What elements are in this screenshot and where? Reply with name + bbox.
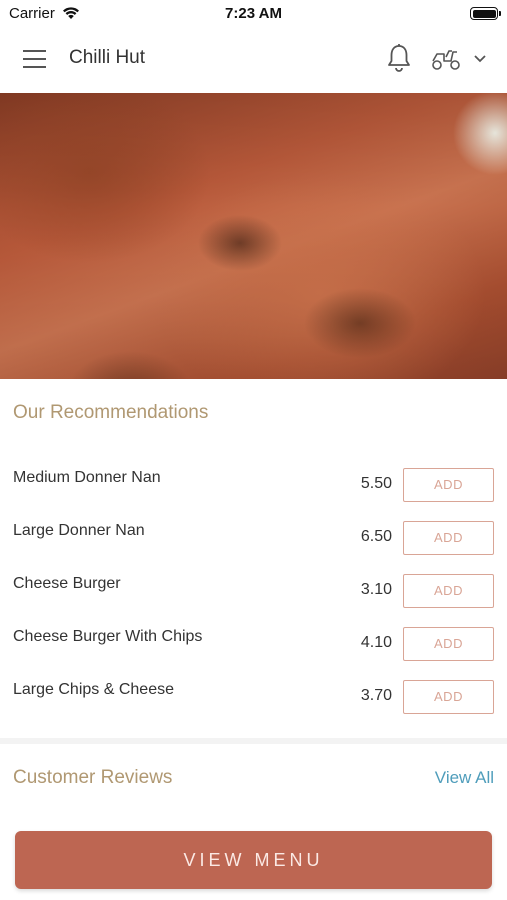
- item-name: Cheese Burger: [13, 575, 121, 592]
- item-price: 5.50: [360, 475, 392, 492]
- item-price: 3.10: [360, 581, 392, 598]
- item-name: Large Donner Nan: [13, 522, 145, 539]
- hero-overlay: [0, 93, 507, 379]
- item-name: Cheese Burger With Chips: [13, 628, 203, 645]
- view-menu-button[interactable]: VIEW MENU: [15, 831, 492, 889]
- recommendations-title: Our Recommendations: [13, 402, 209, 423]
- item-name: Large Chips & Cheese: [13, 681, 174, 698]
- app-header: Chilli Hut: [0, 26, 507, 93]
- item-price: 6.50: [360, 528, 392, 545]
- add-button[interactable]: ADD: [403, 521, 494, 555]
- recommendation-item: Large Chips & Cheese 3.70 ADD: [0, 663, 507, 716]
- view-all-link[interactable]: View All: [435, 768, 494, 788]
- add-button[interactable]: ADD: [403, 627, 494, 661]
- status-bar: Carrier 7:23 AM: [0, 0, 507, 26]
- recommendation-item: Medium Donner Nan 5.50 ADD: [0, 451, 507, 504]
- bell-icon[interactable]: [386, 43, 412, 73]
- recommendations-list: Medium Donner Nan 5.50 ADD Large Donner Nan…: [0, 451, 507, 716]
- add-button[interactable]: ADD: [403, 468, 494, 502]
- recommendation-item: Large Donner Nan 6.50 ADD: [0, 504, 507, 557]
- add-button[interactable]: ADD: [403, 680, 494, 714]
- reviews-title: Customer Reviews: [13, 767, 173, 788]
- app-title: Chilli Hut: [69, 47, 146, 68]
- add-button[interactable]: ADD: [403, 574, 494, 608]
- hero-food-image: [0, 93, 507, 379]
- item-name: Medium Donner Nan: [13, 469, 161, 486]
- recommendation-item: Cheese Burger With Chips 4.10 ADD: [0, 610, 507, 663]
- chevron-down-icon[interactable]: [473, 54, 487, 64]
- menu-icon[interactable]: [23, 50, 46, 68]
- item-price: 4.10: [360, 634, 392, 651]
- item-price: 3.70: [360, 687, 392, 704]
- scooter-icon[interactable]: [431, 47, 461, 71]
- section-divider: [0, 738, 507, 744]
- battery-icon: [470, 7, 501, 20]
- status-time: 7:23 AM: [225, 5, 282, 22]
- recommendation-item: Cheese Burger 3.10 ADD: [0, 557, 507, 610]
